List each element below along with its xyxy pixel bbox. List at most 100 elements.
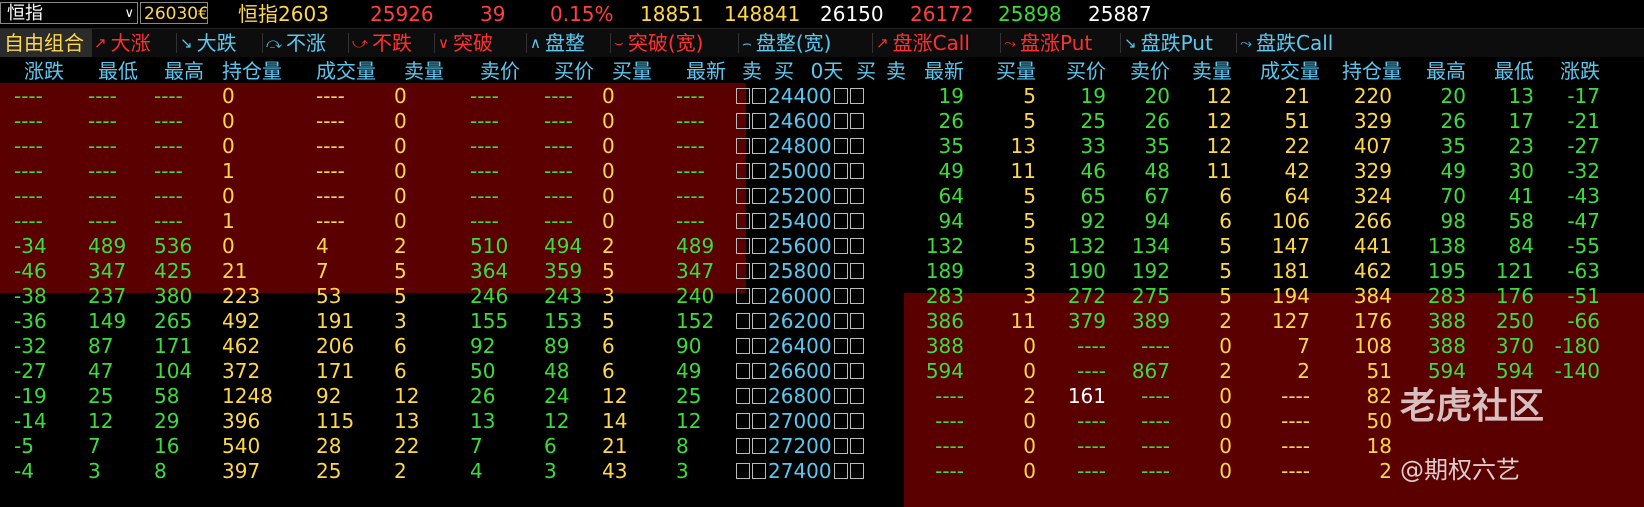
put-cell[interactable]: 181	[1230, 258, 1310, 284]
select-box-icon[interactable]	[849, 313, 864, 329]
call-cell[interactable]: -27	[14, 358, 94, 384]
select-box-icon[interactable]	[752, 213, 766, 229]
call-cell[interactable]: 0	[222, 133, 302, 159]
select-box-icon[interactable]	[736, 438, 750, 454]
call-cell[interactable]: 0	[394, 208, 474, 234]
select-box-icon[interactable]	[736, 238, 750, 254]
call-cell[interactable]: 22	[394, 433, 474, 459]
call-cell[interactable]: 12	[394, 383, 474, 409]
put-cell[interactable]: 388	[884, 333, 964, 359]
call-cell[interactable]: 191	[316, 308, 396, 334]
put-cell[interactable]: 12	[1152, 133, 1232, 159]
call-cell[interactable]: 3	[394, 308, 474, 334]
select-box-icon[interactable]	[849, 113, 864, 129]
select-box-icon[interactable]	[736, 288, 750, 304]
select-box-icon[interactable]	[833, 438, 848, 454]
select-box-icon[interactable]	[736, 263, 750, 279]
select-box-icon[interactable]	[849, 388, 864, 404]
call-cell[interactable]: 92	[316, 383, 396, 409]
header-right-6[interactable]: 卖量	[1172, 57, 1252, 85]
select-box-icon[interactable]	[752, 188, 766, 204]
header-left-4[interactable]: 成交量	[306, 57, 386, 85]
call-cell[interactable]: ----	[14, 133, 94, 159]
put-cell[interactable]: 0	[1152, 383, 1232, 409]
call-cell[interactable]: -36	[14, 308, 94, 334]
call-cell[interactable]: ----	[316, 208, 396, 234]
select-box-icon[interactable]	[736, 313, 750, 329]
put-cell[interactable]: 2	[1312, 458, 1392, 484]
header-left-10[interactable]: 卖	[737, 57, 767, 85]
call-cell[interactable]: ----	[316, 83, 396, 109]
header-right-2[interactable]: 最新	[904, 57, 984, 85]
put-cell[interactable]: 0	[956, 333, 1036, 359]
call-cell[interactable]: 4	[470, 458, 550, 484]
put-cell[interactable]: 2	[1230, 358, 1310, 384]
put-cell[interactable]: 127	[1230, 308, 1310, 334]
call-cell[interactable]: 13	[394, 408, 474, 434]
strategy-button-4[interactable]: ∨ 突破	[438, 29, 493, 57]
put-cell[interactable]: 26	[884, 108, 964, 134]
call-cell[interactable]: ----	[470, 133, 550, 159]
table-row[interactable]: ---- ---- ---- 0 ---- 0 ---- ---- 0 ---- 25200 64 5 6…	[0, 183, 1644, 209]
select-box-icon[interactable]	[833, 213, 848, 229]
table-row[interactable]: ---- ---- ---- 0 ---- 0 ---- ---- 0 ---- 24800 35 13…	[0, 133, 1644, 159]
call-cell[interactable]: 25	[316, 458, 396, 484]
strategy-button-9[interactable]: ⤳ 盘涨Put	[1004, 29, 1092, 57]
call-cell[interactable]: 492	[222, 308, 302, 334]
select-box-icon[interactable]	[833, 288, 848, 304]
call-cell[interactable]: 372	[222, 358, 302, 384]
select-box-icon[interactable]	[833, 313, 848, 329]
put-cell[interactable]: 0	[956, 458, 1036, 484]
select-box-icon[interactable]	[849, 288, 864, 304]
call-cell[interactable]: 5	[602, 308, 682, 334]
call-cell[interactable]: 6	[602, 358, 682, 384]
put-cell[interactable]: -32	[1520, 158, 1600, 184]
select-box-icon[interactable]	[849, 138, 864, 154]
call-cell[interactable]: ----	[470, 208, 550, 234]
call-cell[interactable]: -32	[14, 333, 94, 359]
strategy-button-6[interactable]: ⌣ 突破(宽)	[614, 29, 703, 57]
select-box-icon[interactable]	[849, 238, 864, 254]
put-cell[interactable]: ----	[884, 408, 964, 434]
put-cell[interactable]: 0	[1152, 433, 1232, 459]
call-cell[interactable]: 0	[394, 133, 474, 159]
put-cell[interactable]: 5	[956, 233, 1036, 259]
strategy-button-5[interactable]: ∧ 盘整	[530, 29, 585, 57]
call-cell[interactable]: 2	[602, 233, 682, 259]
select-box-icon[interactable]	[833, 113, 848, 129]
put-cell[interactable]: 11	[1152, 158, 1232, 184]
select-box-icon[interactable]	[849, 413, 864, 429]
contract-code-input[interactable]: 26030€	[140, 2, 208, 24]
header-left-11[interactable]: 买	[769, 57, 799, 85]
call-cell[interactable]: 0	[602, 158, 682, 184]
put-cell[interactable]: 7	[1230, 333, 1310, 359]
call-cell[interactable]: 50	[470, 358, 550, 384]
call-cell[interactable]: 6	[394, 358, 474, 384]
call-cell[interactable]: ----	[14, 108, 94, 134]
table-row[interactable]: ---- ---- ---- 1 ---- 0 ---- ---- 0 ---- 25000 49 11…	[0, 158, 1644, 184]
put-cell[interactable]: 106	[1230, 208, 1310, 234]
select-box-icon[interactable]	[752, 463, 766, 479]
call-cell[interactable]: 26	[470, 383, 550, 409]
select-box-icon[interactable]	[736, 88, 750, 104]
put-cell[interactable]: -63	[1520, 258, 1600, 284]
call-cell[interactable]: ----	[316, 108, 396, 134]
select-box-icon[interactable]	[752, 263, 766, 279]
select-box-icon[interactable]	[849, 263, 864, 279]
put-cell[interactable]: ----	[1230, 383, 1310, 409]
call-cell[interactable]: -19	[14, 383, 94, 409]
put-cell[interactable]: 3	[956, 258, 1036, 284]
put-cell[interactable]: 108	[1312, 333, 1392, 359]
put-cell[interactable]: 94	[884, 208, 964, 234]
put-cell[interactable]: 5	[1152, 233, 1232, 259]
table-row[interactable]: -19 25 58 1248 92 12 26 24 12 25 26800 ---- 2 161 ----…	[0, 383, 1644, 409]
call-cell[interactable]: ----	[14, 183, 94, 209]
put-cell[interactable]: 329	[1312, 158, 1392, 184]
put-cell[interactable]: -180	[1520, 333, 1600, 359]
select-box-icon[interactable]	[736, 113, 750, 129]
put-cell[interactable]: ----	[1230, 433, 1310, 459]
table-row[interactable]: ---- ---- ---- 0 ---- 0 ---- ---- 0 ---- 24400 19 5 1…	[0, 83, 1644, 109]
put-cell[interactable]: 5	[956, 208, 1036, 234]
call-cell[interactable]: 13	[470, 408, 550, 434]
put-cell[interactable]	[1520, 458, 1600, 484]
